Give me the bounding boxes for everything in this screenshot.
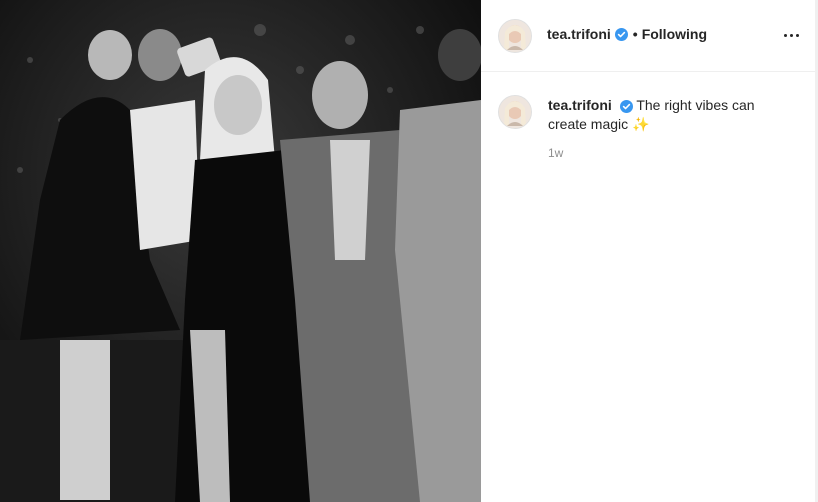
header-author-line: tea.trifoni • Following	[547, 26, 707, 42]
avatar-image	[499, 20, 531, 52]
sparkles-emoji: ✨	[632, 116, 650, 132]
following-button[interactable]: Following	[642, 26, 707, 42]
verified-badge-icon	[614, 27, 628, 41]
caption-text-block: tea.trifoni The right vibes can create m…	[548, 96, 788, 134]
post-header: tea.trifoni • Following	[481, 0, 815, 72]
more-options-icon[interactable]	[779, 25, 803, 45]
caption-username[interactable]: tea.trifoni	[548, 97, 612, 113]
author-username[interactable]: tea.trifoni	[547, 26, 611, 42]
post-side-panel: tea.trifoni • Following tea.trifoni The …	[481, 0, 816, 502]
author-avatar[interactable]	[498, 19, 532, 53]
post-timestamp[interactable]: 1w	[548, 146, 563, 160]
caption-author-avatar[interactable]	[498, 95, 532, 129]
post-photo[interactable]	[0, 0, 481, 502]
avatar-image	[499, 96, 531, 128]
separator-dot: •	[632, 26, 638, 42]
post-photo-image	[0, 0, 481, 502]
verified-badge-icon	[619, 99, 633, 113]
